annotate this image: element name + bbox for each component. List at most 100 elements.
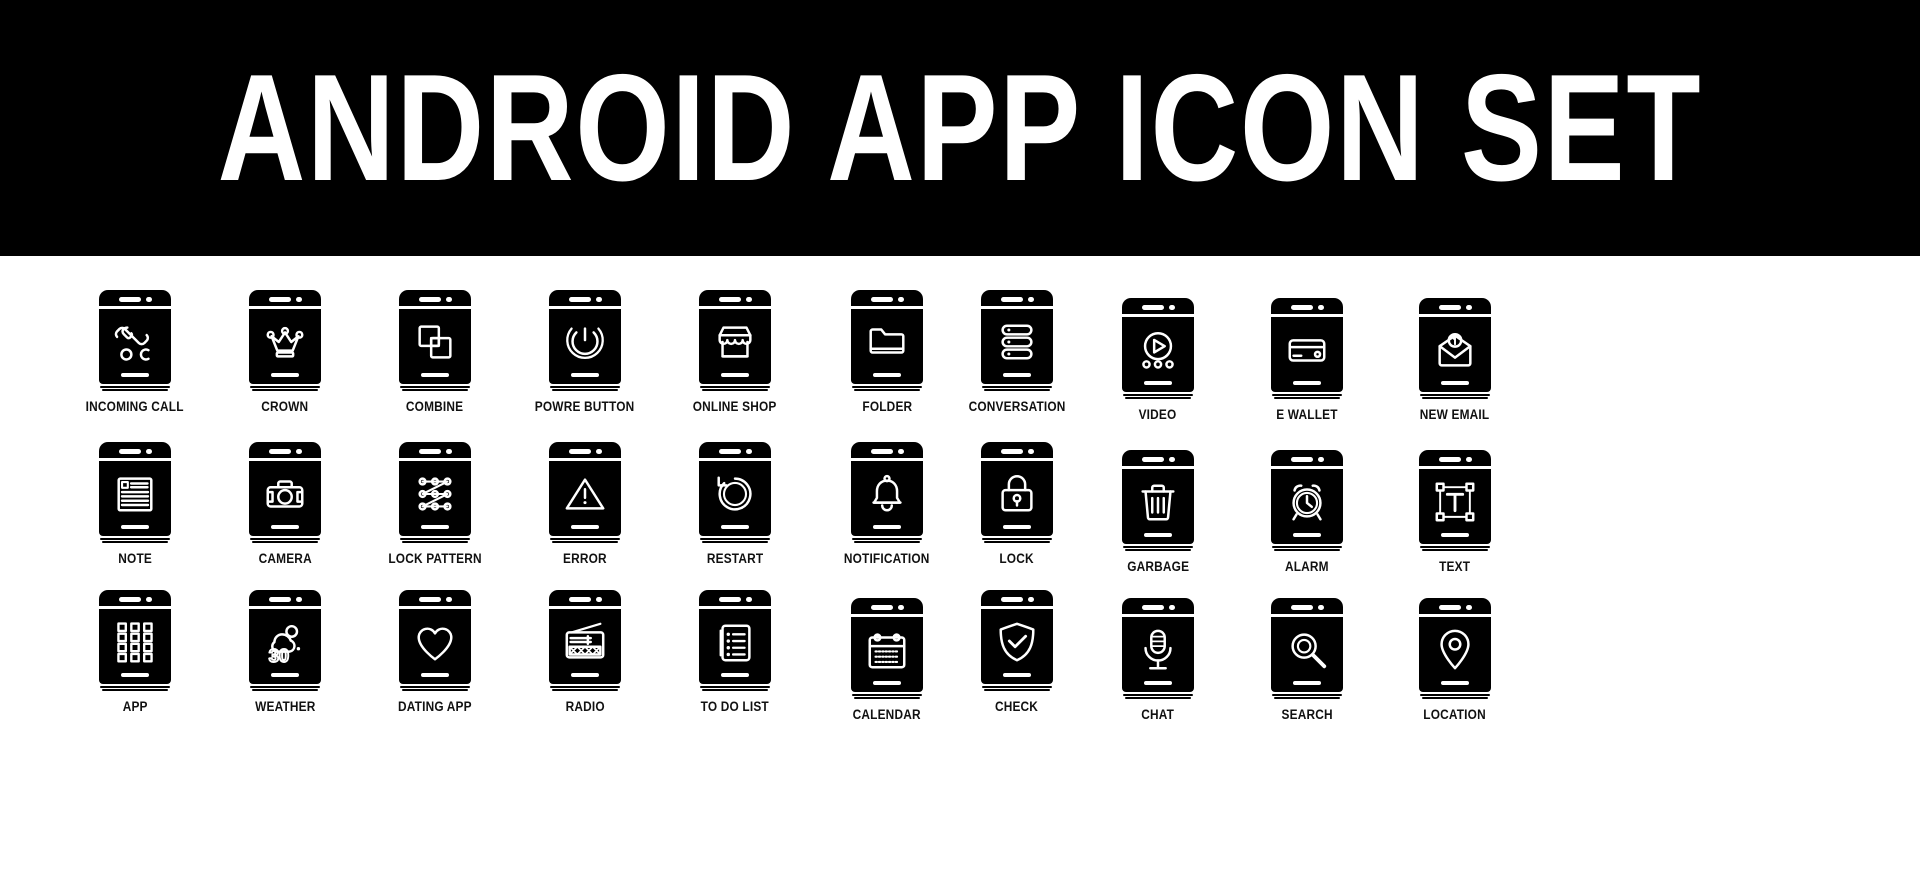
text-icon[interactable]: [1419, 450, 1491, 552]
note-icon[interactable]: [99, 442, 171, 544]
phone-camera-dot: [1318, 305, 1324, 310]
icon-cell-conversation[interactable]: CONVERSATION: [937, 290, 1097, 414]
icon-cell-app-grid[interactable]: APP: [55, 590, 215, 714]
phone-camera-dot: [1466, 605, 1472, 610]
phone-home-bar: [1441, 533, 1469, 537]
phone-home-bar: [421, 373, 449, 377]
phone-bezel-divider: [851, 458, 923, 461]
phone-screen-glyph: [99, 463, 171, 525]
icon-cell-camera[interactable]: CAMERA: [205, 442, 365, 566]
phone-base-shadow-2: [252, 541, 318, 544]
power-button-icon[interactable]: [549, 290, 621, 392]
icon-cell-check[interactable]: CHECK: [937, 590, 1097, 714]
app-grid-icon[interactable]: [99, 590, 171, 692]
new-email-icon[interactable]: [1419, 298, 1491, 400]
icon-label: RESTART: [706, 551, 764, 566]
video-icon[interactable]: [1122, 298, 1194, 400]
phone-speaker: [871, 605, 893, 610]
phone-bezel-divider: [699, 458, 771, 461]
phone-screen-glyph: [249, 463, 321, 525]
phone-home-bar: [121, 373, 149, 377]
icon-cell-to-do-list[interactable]: TO DO LIST: [655, 590, 815, 714]
icon-cell-online-shop[interactable]: ONLINE SHOP: [655, 290, 815, 414]
to-do-list-icon[interactable]: [699, 590, 771, 692]
icon-cell-e-wallet[interactable]: E WALLET: [1227, 298, 1387, 422]
phone-speaker: [1291, 305, 1313, 310]
notification-icon[interactable]: [851, 442, 923, 544]
online-shop-icon[interactable]: [699, 290, 771, 392]
phone-camera-dot: [1466, 457, 1472, 462]
phone-base-shadow-1: [1123, 393, 1193, 396]
phone-home-bar: [721, 525, 749, 529]
dating-app-icon[interactable]: [399, 590, 471, 692]
icon-label: LOCATION: [1423, 707, 1487, 722]
icon-cell-garbage[interactable]: GARBAGE: [1078, 450, 1238, 574]
camera-icon[interactable]: [249, 442, 321, 544]
icon-cell-weather[interactable]: 30 WEATHER: [205, 590, 365, 714]
phone-camera-dot: [1169, 605, 1175, 610]
phone-bezel-divider: [981, 606, 1053, 609]
phone-base-shadow-2: [552, 689, 618, 692]
phone-camera-dot: [146, 449, 152, 454]
check-icon[interactable]: [981, 590, 1053, 692]
icon-cell-search[interactable]: SEARCH: [1227, 598, 1387, 722]
phone-base-shadow-1: [550, 685, 620, 688]
error-icon[interactable]: [549, 442, 621, 544]
svg-text:30: 30: [269, 646, 289, 665]
phone-camera-dot: [1318, 457, 1324, 462]
phone-screen-glyph: 30: [249, 611, 321, 673]
icon-cell-combine[interactable]: COMBINE: [355, 290, 515, 414]
alarm-icon[interactable]: [1271, 450, 1343, 552]
lock-pattern-icon[interactable]: [399, 442, 471, 544]
icon-cell-lock-pattern[interactable]: LOCK PATTERN: [355, 442, 515, 566]
icon-cell-new-email[interactable]: NEW EMAIL: [1375, 298, 1535, 422]
phone-screen-glyph: [1419, 471, 1491, 533]
icon-cell-incoming-call[interactable]: INCOMING CALL: [55, 290, 215, 414]
icon-cell-text[interactable]: TEXT: [1375, 450, 1535, 574]
phone-speaker: [419, 449, 441, 454]
icon-label: CAMERA: [258, 551, 312, 566]
combine-icon[interactable]: [399, 290, 471, 392]
calendar-icon[interactable]: [851, 598, 923, 700]
icon-cell-radio[interactable]: RADIO: [505, 590, 665, 714]
phone-base-shadow-2: [1422, 697, 1488, 700]
icon-cell-restart[interactable]: RESTART: [655, 442, 815, 566]
phone-home-bar: [1441, 381, 1469, 385]
phone-home-bar: [121, 525, 149, 529]
chat-mic-icon[interactable]: [1122, 598, 1194, 700]
incoming-call-icon[interactable]: [99, 290, 171, 392]
icon-cell-error[interactable]: ERROR: [505, 442, 665, 566]
folder-icon[interactable]: [851, 290, 923, 392]
e-wallet-icon[interactable]: [1271, 298, 1343, 400]
icon-cell-lock[interactable]: LOCK: [937, 442, 1097, 566]
phone-bezel-divider: [1419, 314, 1491, 317]
icon-cell-power-button[interactable]: POWRE BUTTON: [505, 290, 665, 414]
phone-screen-glyph: [399, 611, 471, 673]
phone-home-bar: [1293, 381, 1321, 385]
phone-speaker: [1439, 605, 1461, 610]
lock-icon[interactable]: [981, 442, 1053, 544]
restart-icon[interactable]: [699, 442, 771, 544]
icon-cell-alarm[interactable]: ALARM: [1227, 450, 1387, 574]
phone-speaker: [871, 297, 893, 302]
garbage-icon[interactable]: [1122, 450, 1194, 552]
icon-cell-chat-mic[interactable]: CHAT: [1078, 598, 1238, 722]
icon-cell-location[interactable]: LOCATION: [1375, 598, 1535, 722]
phone-bezel-divider: [399, 458, 471, 461]
icon-cell-video[interactable]: VIDEO: [1078, 298, 1238, 422]
phone-camera-dot: [446, 597, 452, 602]
search-icon[interactable]: [1271, 598, 1343, 700]
icon-cell-crown[interactable]: CROWN: [205, 290, 365, 414]
phone-speaker: [269, 597, 291, 602]
icon-label: CHAT: [1141, 707, 1175, 722]
crown-icon[interactable]: [249, 290, 321, 392]
phone-base-shadow-2: [102, 689, 168, 692]
icon-cell-dating-app[interactable]: DATING APP: [355, 590, 515, 714]
phone-camera-dot: [898, 297, 904, 302]
location-icon[interactable]: [1419, 598, 1491, 700]
icon-cell-note[interactable]: NOTE: [55, 442, 215, 566]
radio-icon[interactable]: [549, 590, 621, 692]
weather-icon[interactable]: 30: [249, 590, 321, 692]
phone-home-bar: [721, 373, 749, 377]
conversation-icon[interactable]: [981, 290, 1053, 392]
